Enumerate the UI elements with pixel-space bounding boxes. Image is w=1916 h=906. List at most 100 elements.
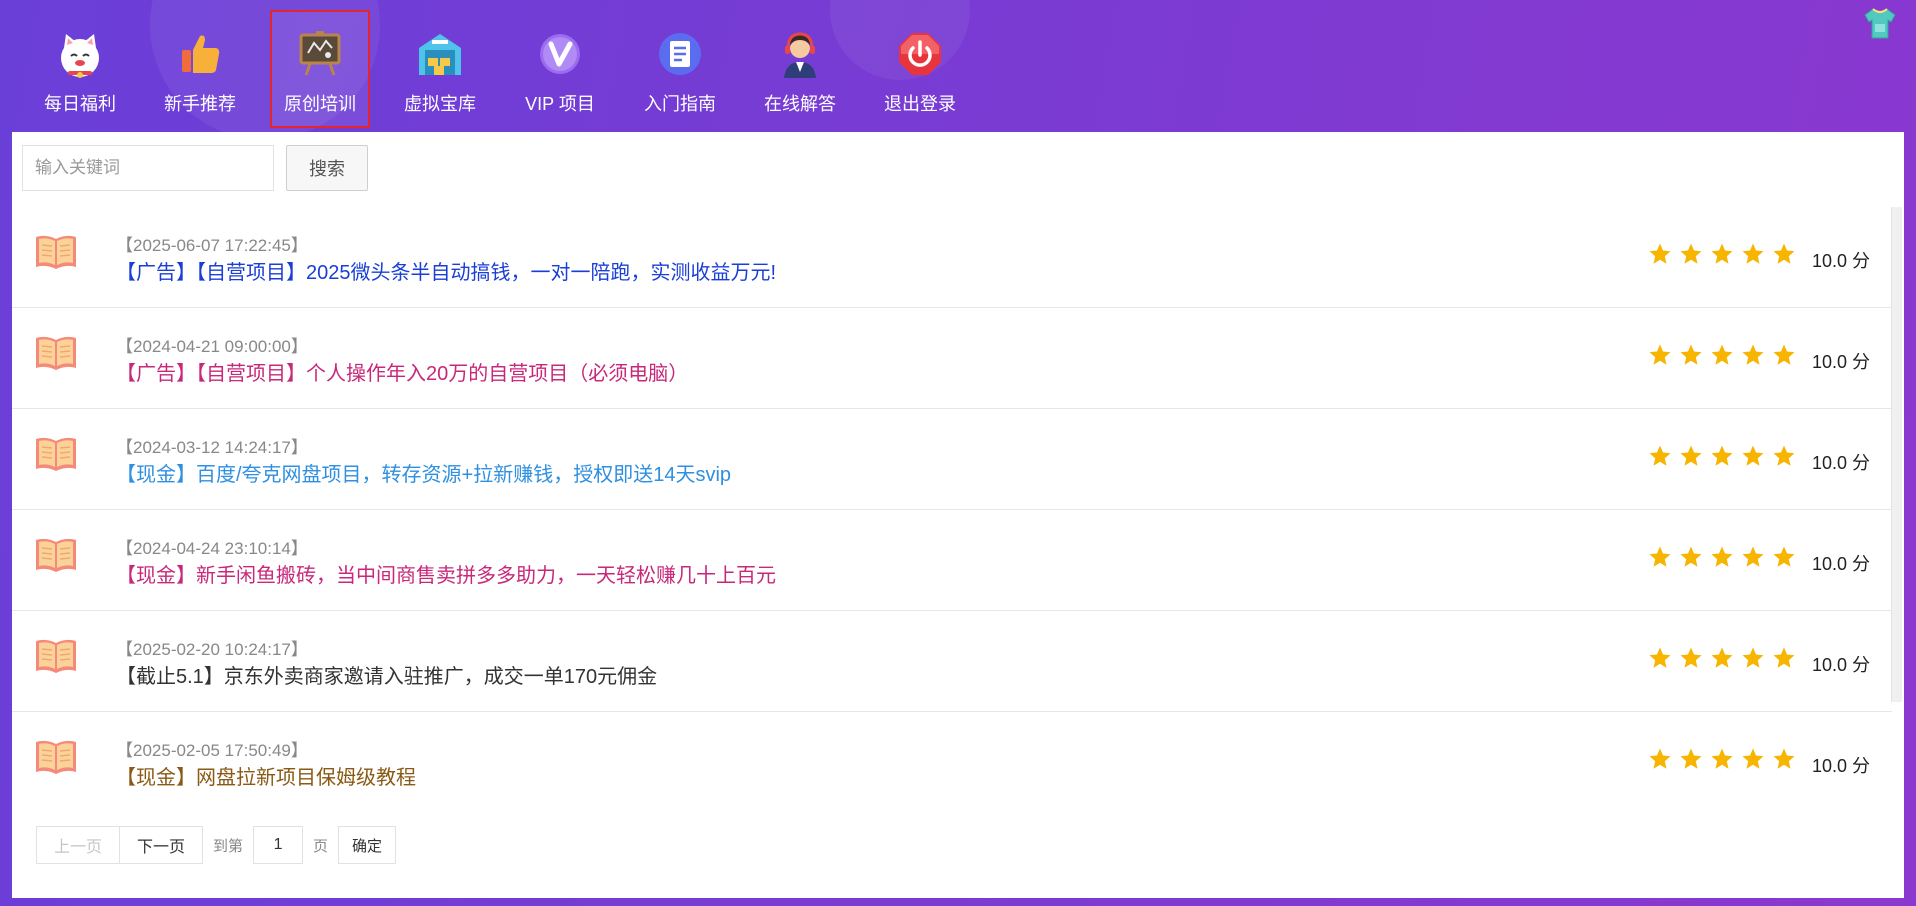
star-icon: [1706, 646, 1737, 674]
vip-badge-icon: [534, 28, 586, 80]
content-panel: 搜索 【2025-06-07 17:22:45】【广告】【自营项目】2025微头…: [12, 132, 1904, 898]
lucky-cat-icon: [54, 28, 106, 80]
rating-stars: [1644, 343, 1799, 371]
nav-label: 每日福利: [44, 94, 116, 114]
nav-label: 虚拟宝库: [404, 94, 476, 114]
search-button[interactable]: 搜索: [286, 145, 368, 191]
nav-item-power-off[interactable]: 退出登录: [860, 10, 980, 128]
star-icon: [1675, 242, 1706, 270]
item-score: 10.0 分: [1812, 655, 1871, 675]
item-title-link[interactable]: 【广告】【自营项目】2025微头条半自动搞钱，一对一陪跑，实测收益万元!: [116, 256, 776, 285]
page-number-input[interactable]: [253, 826, 304, 864]
star-icon: [1644, 444, 1675, 472]
top-nav: 每日福利 新手推荐 原创培训 虚拟宝库 VIP 项目 入门指南 在线解答 退出登录: [20, 10, 980, 128]
star-icon: [1737, 646, 1768, 674]
rating-stars: [1644, 545, 1799, 573]
item-date: 【2024-04-21 09:00:00】: [116, 337, 308, 356]
star-icon: [1675, 646, 1706, 674]
pagination: 上一页 下一页 到第 页 确定: [36, 826, 397, 864]
star-icon: [1737, 747, 1768, 775]
nav-item-vip-badge[interactable]: VIP 项目: [500, 10, 620, 128]
list-item: 【2025-06-07 17:22:45】 【广告】【自营项目】2025微头条半自…: [12, 207, 1892, 308]
list-item: 【2024-04-21 09:00:00】 【广告】【自营项目】个人操作年入20万…: [12, 308, 1892, 409]
guide-document-icon: [654, 28, 706, 80]
search-bar: 搜索: [22, 145, 368, 191]
star-icon: [1675, 343, 1706, 371]
nav-item-chalkboard[interactable]: 原创培训: [270, 10, 370, 128]
star-icon: [1644, 646, 1675, 674]
item-date: 【2025-02-20 10:24:17】: [116, 640, 308, 659]
item-score: 10.0 分: [1812, 554, 1871, 574]
item-date: 【2025-02-05 17:50:49】: [116, 741, 308, 760]
article-list: 【2025-06-07 17:22:45】 【广告】【自营项目】2025微头条半自…: [12, 207, 1892, 812]
star-icon: [1737, 343, 1768, 371]
item-title-link[interactable]: 【现金】新手闲鱼搬砖，当中间商售卖拼多多助力，一天轻松赚几十上百元: [116, 559, 776, 588]
nav-item-support-agent[interactable]: 在线解答: [740, 10, 860, 128]
power-off-icon: [894, 28, 946, 80]
book-icon: [34, 435, 78, 478]
nav-label: 入门指南: [644, 94, 716, 114]
star-icon: [1644, 242, 1675, 270]
star-icon: [1675, 747, 1706, 775]
nav-item-thumbs-up[interactable]: 新手推荐: [140, 10, 260, 128]
item-title-link[interactable]: 【广告】【自营项目】个人操作年入20万的自营项目（必须电脑）: [116, 357, 688, 386]
item-score: 10.0 分: [1812, 756, 1871, 776]
rating-stars: [1644, 646, 1799, 674]
item-title-link[interactable]: 【现金】网盘拉新项目保姆级教程: [116, 761, 416, 790]
star-icon: [1737, 545, 1768, 573]
item-score: 10.0 分: [1812, 453, 1871, 473]
item-date: 【2024-04-24 23:10:14】: [116, 539, 308, 558]
confirm-page-button[interactable]: 确定: [338, 826, 397, 864]
nav-label: 原创培训: [284, 94, 356, 114]
book-icon: [34, 637, 78, 680]
star-icon: [1675, 444, 1706, 472]
chalkboard-icon: [294, 28, 346, 80]
rating-stars: [1644, 444, 1799, 472]
list-item: 【2024-04-24 23:10:14】 【现金】新手闲鱼搬砖，当中间商售卖拼多…: [12, 510, 1892, 611]
item-date: 【2025-06-07 17:22:45】: [116, 236, 308, 255]
book-icon: [34, 536, 78, 579]
rating-stars: [1644, 747, 1799, 775]
nav-label: 退出登录: [884, 94, 956, 114]
nav-item-treasure-warehouse[interactable]: 虚拟宝库: [380, 10, 500, 128]
star-icon: [1644, 545, 1675, 573]
book-icon: [34, 738, 78, 781]
item-score: 10.0 分: [1812, 352, 1871, 372]
nav-label: VIP 项目: [525, 94, 595, 114]
search-input[interactable]: [22, 145, 274, 191]
star-icon: [1706, 444, 1737, 472]
treasure-warehouse-icon: [414, 28, 466, 80]
book-icon: [34, 233, 78, 276]
star-icon: [1706, 242, 1737, 270]
item-date: 【2024-03-12 14:24:17】: [116, 438, 308, 457]
prev-page-button[interactable]: 上一页: [36, 826, 120, 864]
nav-label: 新手推荐: [164, 94, 236, 114]
star-icon: [1768, 545, 1799, 573]
star-icon: [1768, 747, 1799, 775]
support-agent-icon: [774, 28, 826, 80]
list-item: 【2025-02-20 10:24:17】 【截止5.1】京东外卖商家邀请入驻推广…: [12, 611, 1892, 712]
rating-stars: [1644, 242, 1799, 270]
list-item: 【2025-02-05 17:50:49】 【现金】网盘拉新项目保姆级教程 10.0…: [12, 712, 1892, 812]
thumbs-up-icon: [174, 28, 226, 80]
item-title-link[interactable]: 【现金】百度/夸克网盘项目，转存资源+拉新赚钱，授权即送14天svip: [116, 458, 731, 487]
star-icon: [1644, 747, 1675, 775]
star-icon: [1737, 444, 1768, 472]
star-icon: [1706, 343, 1737, 371]
star-icon: [1768, 242, 1799, 270]
next-page-button[interactable]: 下一页: [119, 826, 203, 864]
nav-item-lucky-cat[interactable]: 每日福利: [20, 10, 140, 128]
scrollbar[interactable]: [1891, 207, 1902, 702]
star-icon: [1675, 545, 1706, 573]
star-icon: [1706, 747, 1737, 775]
star-icon: [1706, 545, 1737, 573]
item-title-link[interactable]: 【截止5.1】京东外卖商家邀请入驻推广，成交一单170元佣金: [116, 660, 657, 689]
book-icon: [34, 334, 78, 377]
star-icon: [1737, 242, 1768, 270]
nav-item-guide-document[interactable]: 入门指南: [620, 10, 740, 128]
tshirt-icon[interactable]: [1862, 6, 1898, 45]
goto-suffix: 页: [313, 837, 329, 855]
star-icon: [1768, 444, 1799, 472]
star-icon: [1768, 343, 1799, 371]
list-item: 【2024-03-12 14:24:17】 【现金】百度/夸克网盘项目，转存资源+…: [12, 409, 1892, 510]
